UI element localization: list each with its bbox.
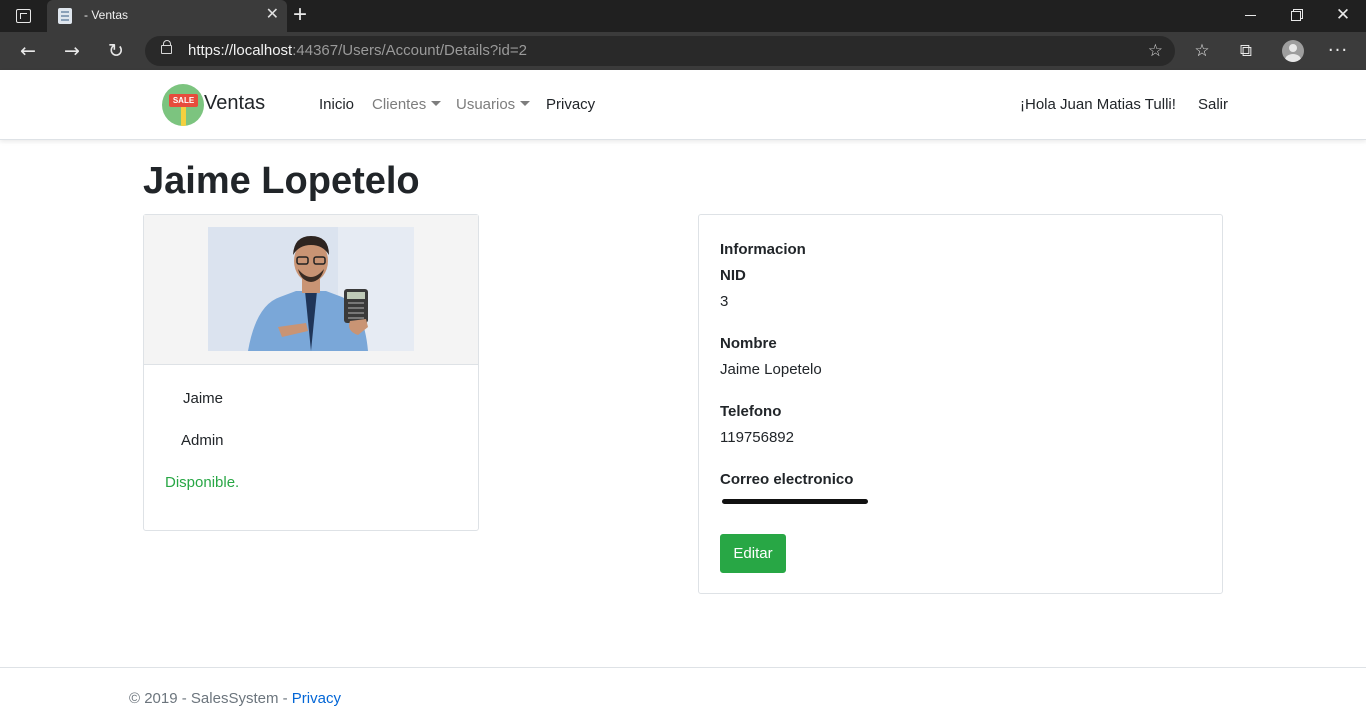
phone-value: 119756892 (720, 429, 794, 446)
more-icon[interactable]: ··· (1325, 39, 1351, 63)
caret-down-icon (431, 101, 442, 106)
restore-icon[interactable] (1277, 5, 1317, 27)
email-label: Correo electronico (720, 471, 854, 488)
nid-label: NID (720, 267, 746, 284)
logout-link[interactable]: Salir (1198, 96, 1228, 113)
email-value-redacted (722, 499, 868, 504)
page-title: Jaime Lopetelo (143, 160, 420, 202)
url-path: :44367/Users/Account/Details?id=2 (292, 42, 527, 59)
user-first-name: Jaime (183, 390, 224, 407)
profile-card-header (144, 215, 478, 365)
page-icon (58, 8, 72, 24)
logo-sign: SALE (169, 94, 198, 107)
browser-tab-bar: - Ventas ✕ + ✕ (0, 0, 1366, 32)
nav-usuarios-label: Usuarios (456, 96, 516, 113)
nav-usuarios-dropdown[interactable]: Usuarios (456, 96, 531, 113)
site-footer: © 2019 - SalesSystem - Privacy (0, 667, 1366, 726)
collections-icon[interactable]: ⧉ (1233, 39, 1259, 63)
minimize-icon[interactable] (1231, 5, 1271, 27)
user-greeting[interactable]: ¡Hola Juan Matias Tulli! (1020, 96, 1176, 113)
status-badge: Disponible. (165, 474, 240, 491)
nav-clientes-dropdown[interactable]: Clientes (372, 96, 442, 113)
brand-name[interactable]: Ventas (204, 92, 265, 115)
add-favorite-icon[interactable]: ☆ (1148, 40, 1163, 62)
plus-icon[interactable]: + (293, 3, 307, 27)
profile-card: Jaime Admin Disponible. (143, 214, 479, 531)
nid-value: 3 (720, 293, 729, 310)
close-icon[interactable]: ✕ (266, 6, 279, 24)
url-text[interactable]: https://localhost:44367/Users/Account/De… (188, 42, 527, 59)
lock-icon[interactable] (161, 40, 172, 54)
browser-toolbar: ← → ↻ https://localhost:44367/Users/Acco… (0, 32, 1366, 70)
profile-icon[interactable] (1280, 39, 1306, 63)
nav-privacy[interactable]: Privacy (546, 96, 595, 113)
browser-tab[interactable]: - Ventas ✕ (47, 0, 287, 32)
sale-logo-icon: SALE (162, 84, 204, 126)
avatar (1282, 40, 1304, 62)
edit-button[interactable]: Editar (720, 534, 786, 573)
tab-actions-icon[interactable] (16, 9, 31, 23)
url-host: https://localhost (188, 42, 293, 59)
close-window-icon[interactable]: ✕ (1323, 5, 1363, 27)
address-bar[interactable]: https://localhost:44367/Users/Account/De… (145, 36, 1175, 66)
nav-inicio[interactable]: Inicio (319, 96, 354, 113)
favorites-icon[interactable]: ☆ (1189, 39, 1215, 63)
info-heading: Informacion (720, 241, 806, 258)
phone-label: Telefono (720, 403, 782, 420)
info-card: Informacion NID 3 Nombre Jaime Lopetelo … (698, 214, 1223, 594)
back-arrow-icon[interactable]: ← (14, 38, 42, 64)
tab-title: - Ventas (84, 8, 129, 22)
footer-copyright: © 2019 - SalesSystem - (129, 690, 292, 707)
nav-clientes-label: Clientes (372, 96, 427, 113)
footer-text: © 2019 - SalesSystem - Privacy (129, 690, 341, 707)
reload-icon[interactable]: ↻ (102, 38, 130, 64)
user-role: Admin (181, 432, 224, 449)
user-photo (208, 227, 414, 351)
name-label: Nombre (720, 335, 777, 352)
name-value: Jaime Lopetelo (720, 361, 822, 378)
footer-privacy-link[interactable]: Privacy (292, 690, 341, 707)
caret-down-icon (520, 101, 531, 106)
forward-arrow-icon[interactable]: → (58, 38, 86, 64)
site-navbar: SALE Ventas Inicio Clientes Usuarios Pri… (0, 70, 1366, 140)
